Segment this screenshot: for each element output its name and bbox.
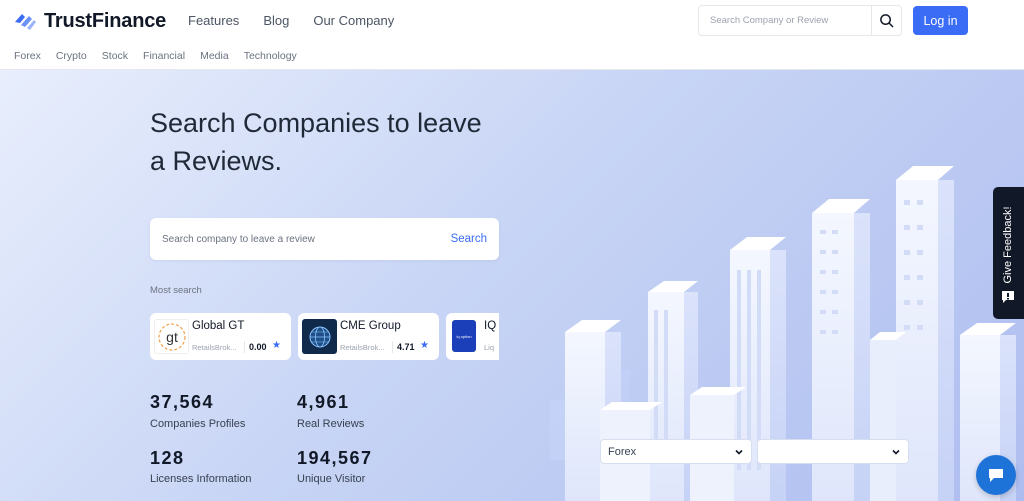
card-divider — [244, 341, 245, 353]
hero-search-input[interactable]: Search company to leave a review — [162, 234, 315, 245]
feedback-label: Give Feedback! — [1002, 206, 1014, 284]
give-feedback-tab[interactable]: Give Feedback! — [993, 187, 1024, 319]
category-nav: Forex Crypto Stock Financial Media Techn… — [14, 50, 312, 62]
stat-licenses-value: 128 — [150, 448, 185, 468]
nav-features[interactable]: Features — [188, 13, 239, 28]
stat-reviews-label: Real Reviews — [297, 418, 365, 430]
company-card-cme-group[interactable]: CME Group RetailsBrok... 4.71 ★ — [298, 313, 439, 360]
category-crypto[interactable]: Crypto — [56, 50, 87, 62]
feedback-icon — [1002, 291, 1014, 303]
category-financial[interactable]: Financial — [143, 50, 185, 62]
header-search — [698, 5, 902, 36]
brand-logo[interactable]: TrustFinance — [12, 8, 166, 34]
chat-icon — [989, 469, 1003, 482]
svg-text:gt: gt — [166, 329, 178, 345]
category-forex[interactable]: Forex — [14, 50, 41, 62]
brand-name: TrustFinance — [44, 9, 167, 32]
site-header: TrustFinance Features Blog Our Company L… — [0, 0, 1024, 70]
company-card-global-gt[interactable]: gt Global GT RetailsBrok... 0.00 ★ — [150, 313, 291, 360]
category-stock[interactable]: Stock — [102, 50, 128, 62]
category-select-value: Forex — [608, 445, 637, 458]
chat-button[interactable] — [976, 455, 1016, 495]
hero-title: Search Companies to leave a Reviews. — [150, 108, 482, 176]
company-category: Liq — [484, 343, 495, 352]
city-illustration — [550, 166, 1016, 501]
company-name: CME Group — [340, 320, 401, 332]
stat-visitors-value: 194,567 — [297, 448, 373, 468]
logo-icon — [15, 14, 36, 30]
company-name: Global GT — [192, 320, 245, 332]
hero-search-box[interactable]: Search company to leave a review Search — [150, 218, 499, 260]
category-select[interactable]: Forex — [600, 439, 752, 464]
stat-companies-label: Companies Profiles — [150, 418, 246, 430]
search-icon — [880, 14, 894, 28]
subcategory-select[interactable] — [757, 439, 909, 464]
gt-logo: gt — [154, 319, 189, 354]
star-icon: ★ — [420, 340, 429, 351]
hero-section: Search Companies to leave a Reviews. Sea… — [0, 70, 1024, 501]
nav-our-company[interactable]: Our Company — [313, 13, 394, 28]
main-nav: Features Blog Our Company — [188, 13, 418, 28]
stat-companies-value: 37,564 — [150, 392, 215, 412]
company-name: IQ — [484, 320, 497, 332]
stat-reviews-value: 4,961 — [297, 392, 350, 412]
company-category: RetailsBrok... — [340, 343, 385, 352]
iq-option-logo: iq option — [452, 320, 476, 352]
company-card-iq[interactable]: iq option IQ Liq — [446, 313, 499, 360]
company-rating: 0.00 — [249, 342, 267, 352]
most-search-label: Most search — [150, 285, 202, 296]
category-media[interactable]: Media — [200, 50, 229, 62]
hero-search-button[interactable]: Search — [451, 233, 487, 245]
nav-blog[interactable]: Blog — [263, 13, 289, 28]
globe-logo — [302, 319, 337, 354]
card-divider — [392, 341, 393, 353]
company-rating: 4.71 — [397, 342, 415, 352]
login-button[interactable]: Log in — [913, 6, 968, 35]
chevron-down-icon — [892, 449, 900, 455]
chevron-down-icon — [735, 449, 743, 455]
logo-text: iq option — [456, 333, 472, 339]
company-category: RetailsBrok... — [192, 343, 237, 352]
stat-licenses-label: Licenses Information — [150, 473, 252, 485]
stat-visitors-label: Unique Visitor — [297, 473, 366, 485]
star-icon: ★ — [272, 340, 281, 351]
header-search-button[interactable] — [871, 6, 901, 35]
most-search-list: gt Global GT RetailsBrok... 0.00 ★ CME G… — [150, 313, 499, 361]
header-search-input[interactable] — [699, 6, 871, 35]
category-technology[interactable]: Technology — [244, 50, 297, 62]
